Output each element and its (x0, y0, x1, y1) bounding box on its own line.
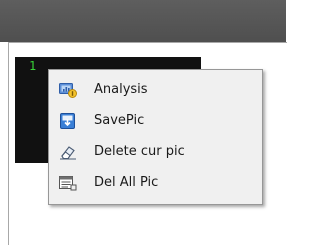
menu-item-savepic[interactable]: SavePic (51, 106, 260, 136)
menu-item-del-all-pic[interactable]: Del All Pic (51, 168, 260, 198)
menu-label-delete-cur-pic: Delete cur pic (94, 144, 185, 159)
menu-item-analysis[interactable]: Analysis (51, 75, 260, 105)
save-icon (60, 113, 75, 129)
context-menu: Analysis SavePic Delete cur pic Del All … (48, 69, 263, 205)
picture-index-label: 1 (29, 59, 37, 73)
menu-label-savepic: SavePic (94, 113, 145, 128)
delete-all-icon (59, 176, 77, 191)
menu-item-delete-cur-pic[interactable]: Delete cur pic (51, 137, 260, 167)
window-titlebar (0, 0, 286, 42)
analysis-icon (59, 83, 77, 98)
eraser-icon (60, 146, 76, 160)
menu-label-del-all-pic: Del All Pic (94, 175, 159, 190)
menu-label-analysis: Analysis (94, 82, 148, 97)
